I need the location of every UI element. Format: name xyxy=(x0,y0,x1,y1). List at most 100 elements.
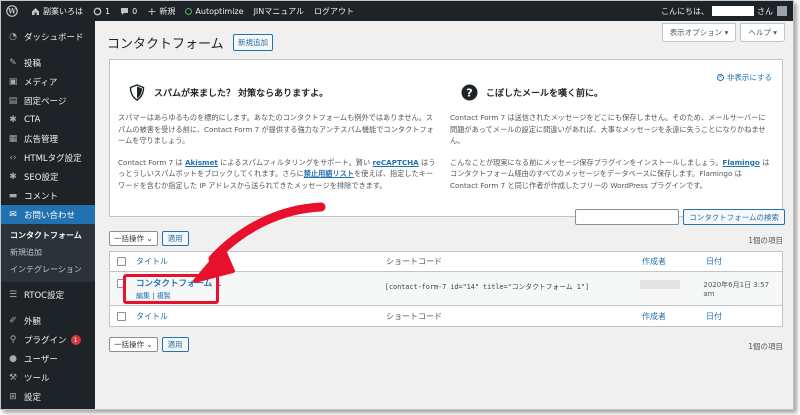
menu-pages[interactable]: ▤ 固定ページ xyxy=(1,91,95,110)
screen-options-button[interactable]: 表示オプション ▾ xyxy=(661,23,737,42)
menu-rtoc[interactable]: ☰ RTOC設定 xyxy=(1,285,95,304)
pin-icon: ✎ xyxy=(9,57,17,68)
date-value: 2020年6月1日 3:57 am xyxy=(703,281,770,298)
autoptimize-link[interactable]: Autoptimize xyxy=(180,1,248,21)
highlight-box xyxy=(123,274,219,304)
blocklist-link[interactable]: 禁止用語リスト xyxy=(304,169,354,178)
bulk-actions-select[interactable]: 一括操作 ⌄ xyxy=(109,231,158,246)
items-count-bottom: 1個の項目 xyxy=(748,342,783,351)
svg-text:W: W xyxy=(7,7,16,16)
wp-logo-icon[interactable]: W xyxy=(1,1,26,21)
menu-ads[interactable]: ▦ 広告管理 xyxy=(1,129,95,148)
user-icon: ● xyxy=(9,353,17,364)
code-icon: ‹› xyxy=(9,152,17,163)
wrench-icon: ⚒ xyxy=(8,372,18,383)
updates-link[interactable]: 1 xyxy=(88,1,115,21)
tablenav-top: 一括操作 ⌄ 適用 xyxy=(109,231,189,246)
select-all-checkbox-footer[interactable] xyxy=(117,311,126,321)
menu-media[interactable]: ▣ メディア xyxy=(1,72,95,91)
plus-icon: + xyxy=(147,4,157,18)
apply-button[interactable]: 適用 xyxy=(161,231,189,246)
my-account[interactable]: こんにちは、 さん xyxy=(661,6,793,17)
menu-dashboard[interactable]: ◔ ダッシュボード xyxy=(1,27,95,46)
gear-icon: ✱ xyxy=(9,114,17,125)
submenu-add-new[interactable]: 新規追加 xyxy=(1,244,95,261)
help-button[interactable]: ヘルプ ▾ xyxy=(740,23,785,42)
submenu-contact-forms[interactable]: コンタクトフォーム xyxy=(1,227,95,244)
menu-posts[interactable]: ✎ 投稿 xyxy=(1,53,95,72)
menu-contact[interactable]: ✉ お問い合わせ xyxy=(1,205,95,224)
avatar xyxy=(777,6,787,16)
spam-column: スパムが来ました？ 対策ならありますよ。 スパマーはあらゆるものを標的にします。… xyxy=(118,82,438,201)
items-count: 1個の項目 xyxy=(748,236,783,245)
add-new-button[interactable]: 新規追加 xyxy=(233,34,273,51)
toc-icon: ☰ xyxy=(8,289,18,300)
lost-mail-column: ? こぼしたメールを嘆く前に。 Contact Form 7 は送信されたメッセ… xyxy=(450,82,770,201)
flamingo-link[interactable]: Flamingo xyxy=(722,158,759,167)
column-date-footer[interactable]: 日付 xyxy=(706,311,722,322)
menu-appearance[interactable]: ✐ 外観 xyxy=(1,311,95,330)
page-icon: ▤ xyxy=(8,95,18,106)
comment-icon: ▬ xyxy=(8,190,18,201)
menu-cta[interactable]: ✱ CTA xyxy=(1,110,95,129)
admin-bar: W 副業いろは 1 0 + 新規 Autoptimize JINマニュアル ログ… xyxy=(1,1,793,21)
menu-seo[interactable]: ✱ SEO設定 xyxy=(1,167,95,186)
apply-button-bottom[interactable]: 適用 xyxy=(161,337,189,352)
menu-comments[interactable]: ▬ コメント xyxy=(1,186,95,205)
column-title-footer[interactable]: タイトル xyxy=(136,311,386,322)
dashboard-icon: ◔ xyxy=(9,31,17,42)
author-redacted xyxy=(639,280,680,289)
column-title[interactable]: タイトル xyxy=(136,256,386,267)
new-content-link[interactable]: + 新規 xyxy=(142,1,180,21)
search-box: コンタクトフォームの検索 xyxy=(575,209,785,225)
select-all-checkbox[interactable] xyxy=(117,257,126,266)
ads-icon: ▦ xyxy=(8,133,18,144)
recaptcha-link[interactable]: reCAPTCHA xyxy=(372,158,418,167)
search-button[interactable]: コンタクトフォームの検索 xyxy=(683,209,785,225)
menu-html-tags[interactable]: ‹› HTMLタグ設定 xyxy=(1,148,95,167)
wp-admin-window: W 副業いろは 1 0 + 新規 Autoptimize JINマニュアル ログ… xyxy=(0,0,794,410)
shortcode-text[interactable]: [contact-form-7 id="14" title="コンタクトフォーム… xyxy=(385,277,640,291)
jin-manual-link[interactable]: JINマニュアル xyxy=(249,1,309,21)
media-icon: ▣ xyxy=(8,76,18,87)
logout-link[interactable]: ログアウト xyxy=(309,1,359,21)
menu-users[interactable]: ● ユーザー xyxy=(1,349,95,368)
column-date[interactable]: 日付 xyxy=(706,256,722,267)
screen-meta-links: 表示オプション ▾ ヘルプ ▾ xyxy=(661,23,785,42)
menu-plugins[interactable]: ⚲ プラグイン 1 xyxy=(1,330,95,349)
menu-settings[interactable]: ⊞ 設定 xyxy=(1,387,95,406)
site-name-link[interactable]: 副業いろは xyxy=(26,1,88,21)
home-icon xyxy=(32,7,39,15)
table-header: タイトル ショートコード 作成者 日付 xyxy=(110,252,782,272)
lost-mail-text-1: Contact Form 7 は送信されたメッセージをどこにも保存しません。その… xyxy=(450,113,766,145)
close-icon: × xyxy=(716,74,724,81)
column-shortcode-footer: ショートコード xyxy=(386,311,442,321)
settings-icon: ⊞ xyxy=(9,391,17,402)
spam-heading: スパムが来ました？ 対策ならありますよ。 xyxy=(154,88,329,99)
svg-text:?: ? xyxy=(466,86,472,99)
shield-icon xyxy=(128,83,146,101)
tablenav-bottom: 一括操作 ⌄ 適用 xyxy=(109,337,189,352)
comments-link[interactable]: 0 xyxy=(115,1,142,21)
status-dot-icon xyxy=(185,7,193,15)
column-shortcode: ショートコード xyxy=(386,257,442,266)
menu-tools[interactable]: ⚒ ツール xyxy=(1,368,95,387)
akismet-link[interactable]: Akismet xyxy=(185,158,218,167)
spam-text-1: スパマーはあらゆるものを標的にします。あなたのコンタクトフォームも例外ではありま… xyxy=(118,113,434,145)
column-author[interactable]: 作成者 xyxy=(642,256,706,267)
username-redacted xyxy=(712,6,754,16)
submenu-integration[interactable]: インテグレーション xyxy=(1,261,95,278)
plugin-icon: ⚲ xyxy=(9,334,17,345)
table-footer: タイトル ショートコード 作成者 日付 xyxy=(110,306,782,326)
spam-text-2: Contact Form 7 は Akismet によるスパムフィルタリングをサ… xyxy=(118,157,436,190)
page-title: コンタクトフォーム xyxy=(107,37,224,52)
comment-icon xyxy=(121,7,129,15)
gear-icon: ✱ xyxy=(9,171,17,182)
admin-sidebar: ◔ ダッシュボード ✎ 投稿 ▣ メディア ▤ 固定ページ ✱ CTA ▦ 広告管理 ‹› H… xyxy=(1,21,95,409)
search-input[interactable] xyxy=(575,209,680,225)
column-author-footer[interactable]: 作成者 xyxy=(642,311,706,322)
lost-mail-text-2: こんなことが現実になる前にメッセージ保存プラグインをインストールしましょう。Fl… xyxy=(450,157,770,190)
bulk-actions-select-bottom[interactable]: 一括操作 ⌄ xyxy=(109,337,158,352)
refresh-icon xyxy=(93,7,102,15)
plugin-update-badge: 1 xyxy=(70,334,81,345)
